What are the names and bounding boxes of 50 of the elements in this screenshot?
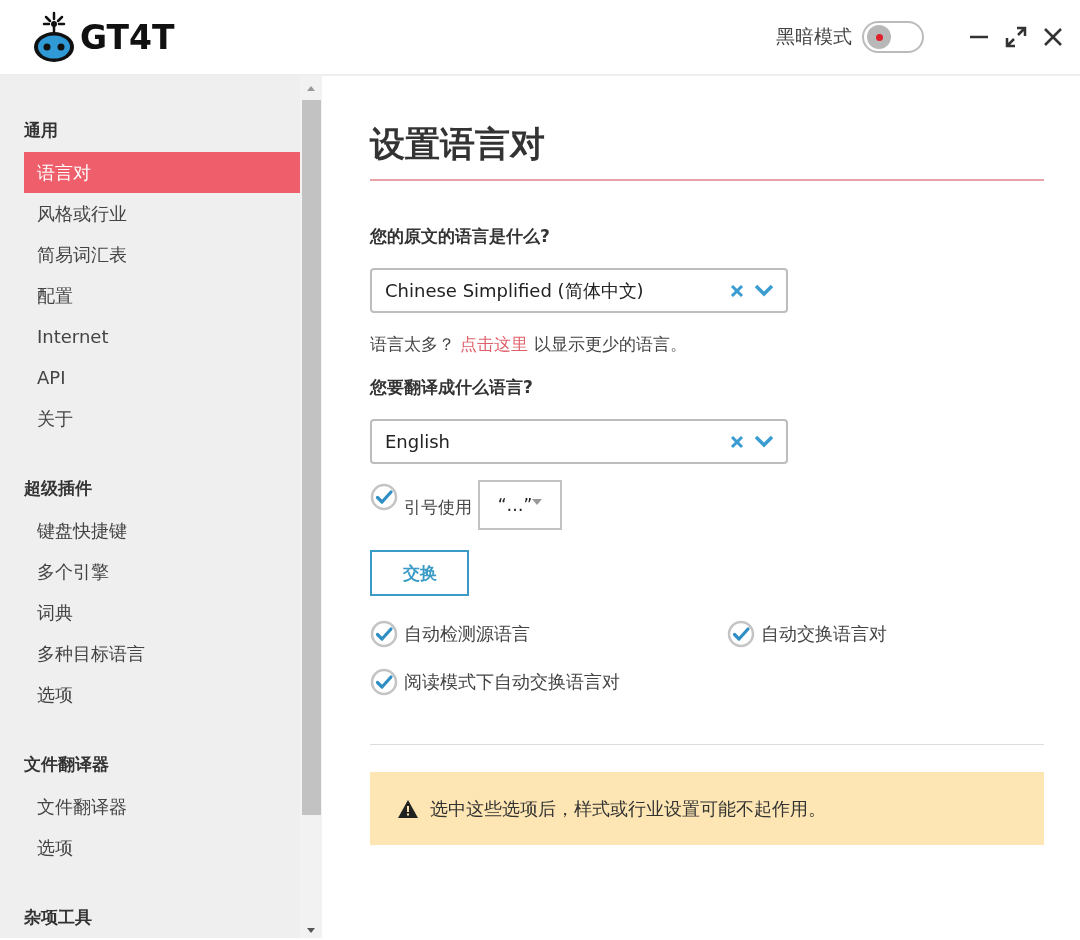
sidebar-item[interactable]: 选项 (24, 827, 300, 868)
caret-icon (532, 499, 543, 505)
checkbox[interactable] (370, 483, 398, 511)
sidebar-item[interactable]: 键盘快捷键 (24, 510, 300, 551)
checkbox-label: 阅读模式下自动交换语言对 (404, 670, 620, 694)
sidebar-heading: 杂项工具 (24, 906, 93, 928)
sidebar-heading: 通用 (24, 119, 59, 141)
sidebar-item[interactable]: 选项 (24, 674, 300, 715)
sidebar-item[interactable]: 风格或行业 (24, 193, 300, 234)
sidebar-item[interactable]: 词典 (24, 592, 300, 633)
maximize-icon[interactable] (1004, 25, 1028, 49)
sidebar-item[interactable]: 文件翻译器 (24, 786, 300, 827)
question-label: 您要翻译成什么语言? (370, 376, 534, 399)
checkbox[interactable] (370, 668, 398, 696)
checkbox[interactable] (370, 620, 398, 648)
sidebar-item[interactable]: 多种目标语言 (24, 633, 300, 674)
warning-icon (398, 799, 418, 818)
sidebar-heading: 超级插件 (24, 477, 93, 499)
hint-text: 语言太多？ 点击这里 以显示更少的语言。 (370, 333, 688, 356)
scroll-down-arrow-icon[interactable] (306, 927, 316, 935)
target-language-select[interactable]: English (370, 419, 788, 464)
sidebar-item[interactable]: 多个引擎 (24, 551, 300, 592)
sidebar-item[interactable]: API (24, 357, 300, 398)
chevron-down-icon[interactable] (754, 435, 774, 448)
question-label: 您的原文的语言是什么? (370, 225, 551, 248)
page-title: 设置语言对 (370, 121, 1044, 181)
sidebar-heading: 文件翻译器 (24, 753, 110, 775)
select-value: English (385, 431, 451, 452)
checkbox-label: 自动检测源语言 (404, 622, 530, 646)
quote-style-dropdown[interactable]: “…” (478, 480, 562, 530)
chevron-down-icon[interactable] (754, 284, 774, 297)
source-language-select[interactable]: Chinese Simplified (简体中文) (370, 268, 788, 313)
checkbox[interactable] (727, 620, 755, 648)
dark-mode-label: 黑暗模式 (776, 24, 852, 49)
sidebar-item[interactable]: 简易词汇表 (24, 234, 300, 275)
sidebar-item[interactable]: 关于 (24, 398, 300, 439)
checkbox-label: 自动交换语言对 (761, 622, 887, 646)
checkbox-label: 引号使用 (404, 496, 472, 519)
close-icon[interactable] (1042, 26, 1064, 48)
clear-icon[interactable] (730, 283, 744, 298)
scroll-up-arrow-icon[interactable] (306, 84, 316, 92)
app-logo-text: GT4T (80, 17, 175, 57)
select-value: Chinese Simplified (简体中文) (385, 278, 645, 303)
clear-icon[interactable] (730, 434, 744, 449)
dark-mode-toggle[interactable] (862, 21, 924, 53)
show-fewer-link[interactable]: 点击这里 (460, 334, 529, 354)
sidebar-item[interactable]: Internet (24, 316, 300, 357)
sidebar-item[interactable]: 配置 (24, 275, 300, 316)
warning-text: 选中这些选项后，样式或行业设置可能不起作用。 (430, 796, 826, 821)
robot-logo-icon (32, 11, 76, 63)
